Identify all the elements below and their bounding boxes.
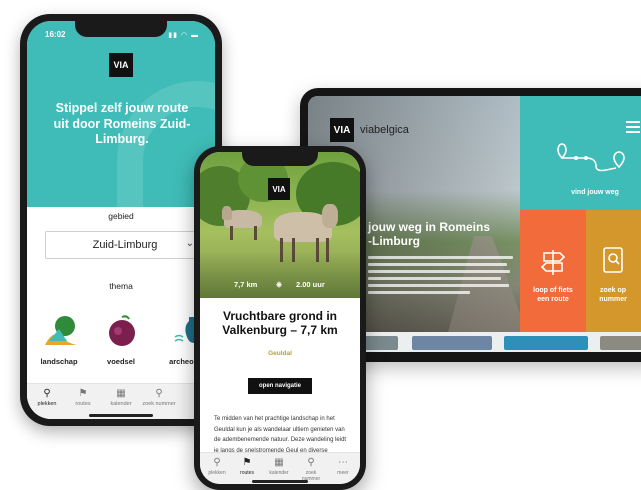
theme-food[interactable]: voedsel xyxy=(97,315,145,366)
route-hero-image xyxy=(200,152,360,298)
nav-calendar[interactable]: ▦ kalender xyxy=(103,388,139,407)
nav-calendar-label: kalender xyxy=(269,470,289,476)
nav-places[interactable]: ⚲ plekken xyxy=(29,388,65,407)
route-title: Vruchtbare grond in Valkenburg – 7,7 km xyxy=(222,309,338,337)
search-number-tile[interactable]: zoek op nummer xyxy=(586,210,641,332)
hero-title: Stippel zelf jouw route uit door Romeins… xyxy=(53,101,191,146)
search-document-icon xyxy=(603,247,623,273)
tablet-headline-line1: jouw weg in Romeins xyxy=(368,220,491,234)
theme-landscape-label: landschap xyxy=(40,357,78,366)
route-path-icon xyxy=(557,143,625,172)
menu-icon[interactable] xyxy=(626,121,640,136)
route-description: Te midden van het prachtige landschap in… xyxy=(214,416,347,454)
walk-bike-label: loop of fiets een route xyxy=(520,286,586,304)
search-icon: ⚲ xyxy=(155,388,163,399)
search-number-label-line2: nummer xyxy=(599,296,627,303)
search-icon: ⚲ xyxy=(307,457,315,468)
nav-places-label: plekken xyxy=(208,470,226,476)
status-icons: ▮▮ ◠ ▬ xyxy=(168,32,199,39)
route-duration: 2.00 uur xyxy=(296,280,325,289)
status-time: 16:02 xyxy=(45,30,66,39)
walk-bike-tile[interactable]: loop of fiets een route xyxy=(520,210,586,332)
map-pin-icon: ⚲ xyxy=(43,388,51,399)
bike-icon: ⎈ xyxy=(276,280,282,289)
bottom-nav: ⚲ plekken ⚑ routes ▦ kalender ⚲ zoek num… xyxy=(27,383,215,419)
via-logo[interactable]: VIA xyxy=(109,53,133,77)
route-distance: 7,7 km xyxy=(234,280,258,289)
tablet-headline: jouw weg in Romeins -Limburg xyxy=(368,220,528,248)
region-select-value: Zuid-Limburg xyxy=(92,239,158,251)
left-phone-device: 16:02 ▮▮ ◠ ▬ VIA Stippel zelf jouw route… xyxy=(20,14,222,426)
tablet-headline-line2: -Limburg xyxy=(368,234,420,248)
theme-food-label: voedsel xyxy=(107,357,135,366)
search-number-label: zoek op nummer xyxy=(586,286,641,304)
home-indicator xyxy=(252,480,308,483)
calendar-icon: ▦ xyxy=(274,457,284,468)
center-phone-screen: VIA 7,7 km ⎈ 2.00 uur Vruchtbare grond i… xyxy=(200,152,360,484)
nav-more[interactable]: ⋯ meer xyxy=(328,457,358,476)
map-pin-icon: ⚲ xyxy=(213,457,221,468)
signpost-icon xyxy=(540,250,566,275)
food-icon xyxy=(107,315,135,346)
more-icon: ⋯ xyxy=(338,457,348,468)
nav-search-number[interactable]: ⚲ zoek nummer xyxy=(296,457,326,482)
phone-notch xyxy=(242,152,318,166)
tablet-brand-name[interactable]: viabelgica xyxy=(360,124,409,136)
nav-routes[interactable]: ⚑ routes xyxy=(232,457,262,476)
landscape-icon xyxy=(45,315,77,345)
region-label: gebied xyxy=(108,211,134,221)
chevron-down-icon: ⌄ xyxy=(185,238,194,249)
nav-search-number-label: zoek nummer xyxy=(142,401,176,407)
nav-routes[interactable]: ⚑ routes xyxy=(65,388,101,407)
via-logo[interactable]: VIA xyxy=(268,178,290,200)
open-navigation-button[interactable]: open navigatie xyxy=(248,378,312,394)
find-route-tile[interactable]: vind jouw weg xyxy=(520,96,641,210)
left-phone-hero: 16:02 ▮▮ ◠ ▬ VIA Stippel zelf jouw route… xyxy=(27,21,215,207)
nav-routes-label: routes xyxy=(240,470,254,476)
walk-bike-label-line2: een route xyxy=(537,296,569,303)
bottom-nav: ⚲ plekken ⚑ routes ▦ kalender ⚲ zoek num… xyxy=(200,452,360,484)
theme-landscape[interactable]: landschap xyxy=(35,315,83,366)
tablet-via-logo[interactable]: VIA xyxy=(330,118,354,142)
route-region: Geuldal xyxy=(268,350,292,357)
find-route-label: vind jouw weg xyxy=(571,189,619,196)
home-indicator xyxy=(89,414,153,417)
nav-calendar[interactable]: ▦ kalender xyxy=(264,457,294,476)
region-select[interactable]: Zuid-Limburg ⌄ xyxy=(45,231,205,259)
nav-routes-label: routes xyxy=(75,401,91,407)
left-phone-screen: 16:02 ▮▮ ◠ ▬ VIA Stippel zelf jouw route… xyxy=(27,21,215,419)
search-number-label-line1: zoek op xyxy=(599,287,627,294)
tablet-body-text xyxy=(368,256,513,298)
nav-places-label: plekken xyxy=(37,401,57,407)
nav-places[interactable]: ⚲ plekken xyxy=(202,457,232,476)
calendar-icon: ▦ xyxy=(116,388,126,399)
walk-bike-label-line1: loop of fiets xyxy=(533,287,573,294)
nav-search-number[interactable]: ⚲ zoek nummer xyxy=(141,388,177,407)
center-phone-device: VIA 7,7 km ⎈ 2.00 uur Vruchtbare grond i… xyxy=(194,146,366,490)
phone-notch xyxy=(75,21,167,37)
theme-label: thema xyxy=(109,281,133,291)
flag-icon: ⚑ xyxy=(242,457,252,468)
nav-calendar-label: kalender xyxy=(110,401,132,407)
flag-icon: ⚑ xyxy=(78,388,88,399)
nav-more-label: meer xyxy=(337,470,349,476)
